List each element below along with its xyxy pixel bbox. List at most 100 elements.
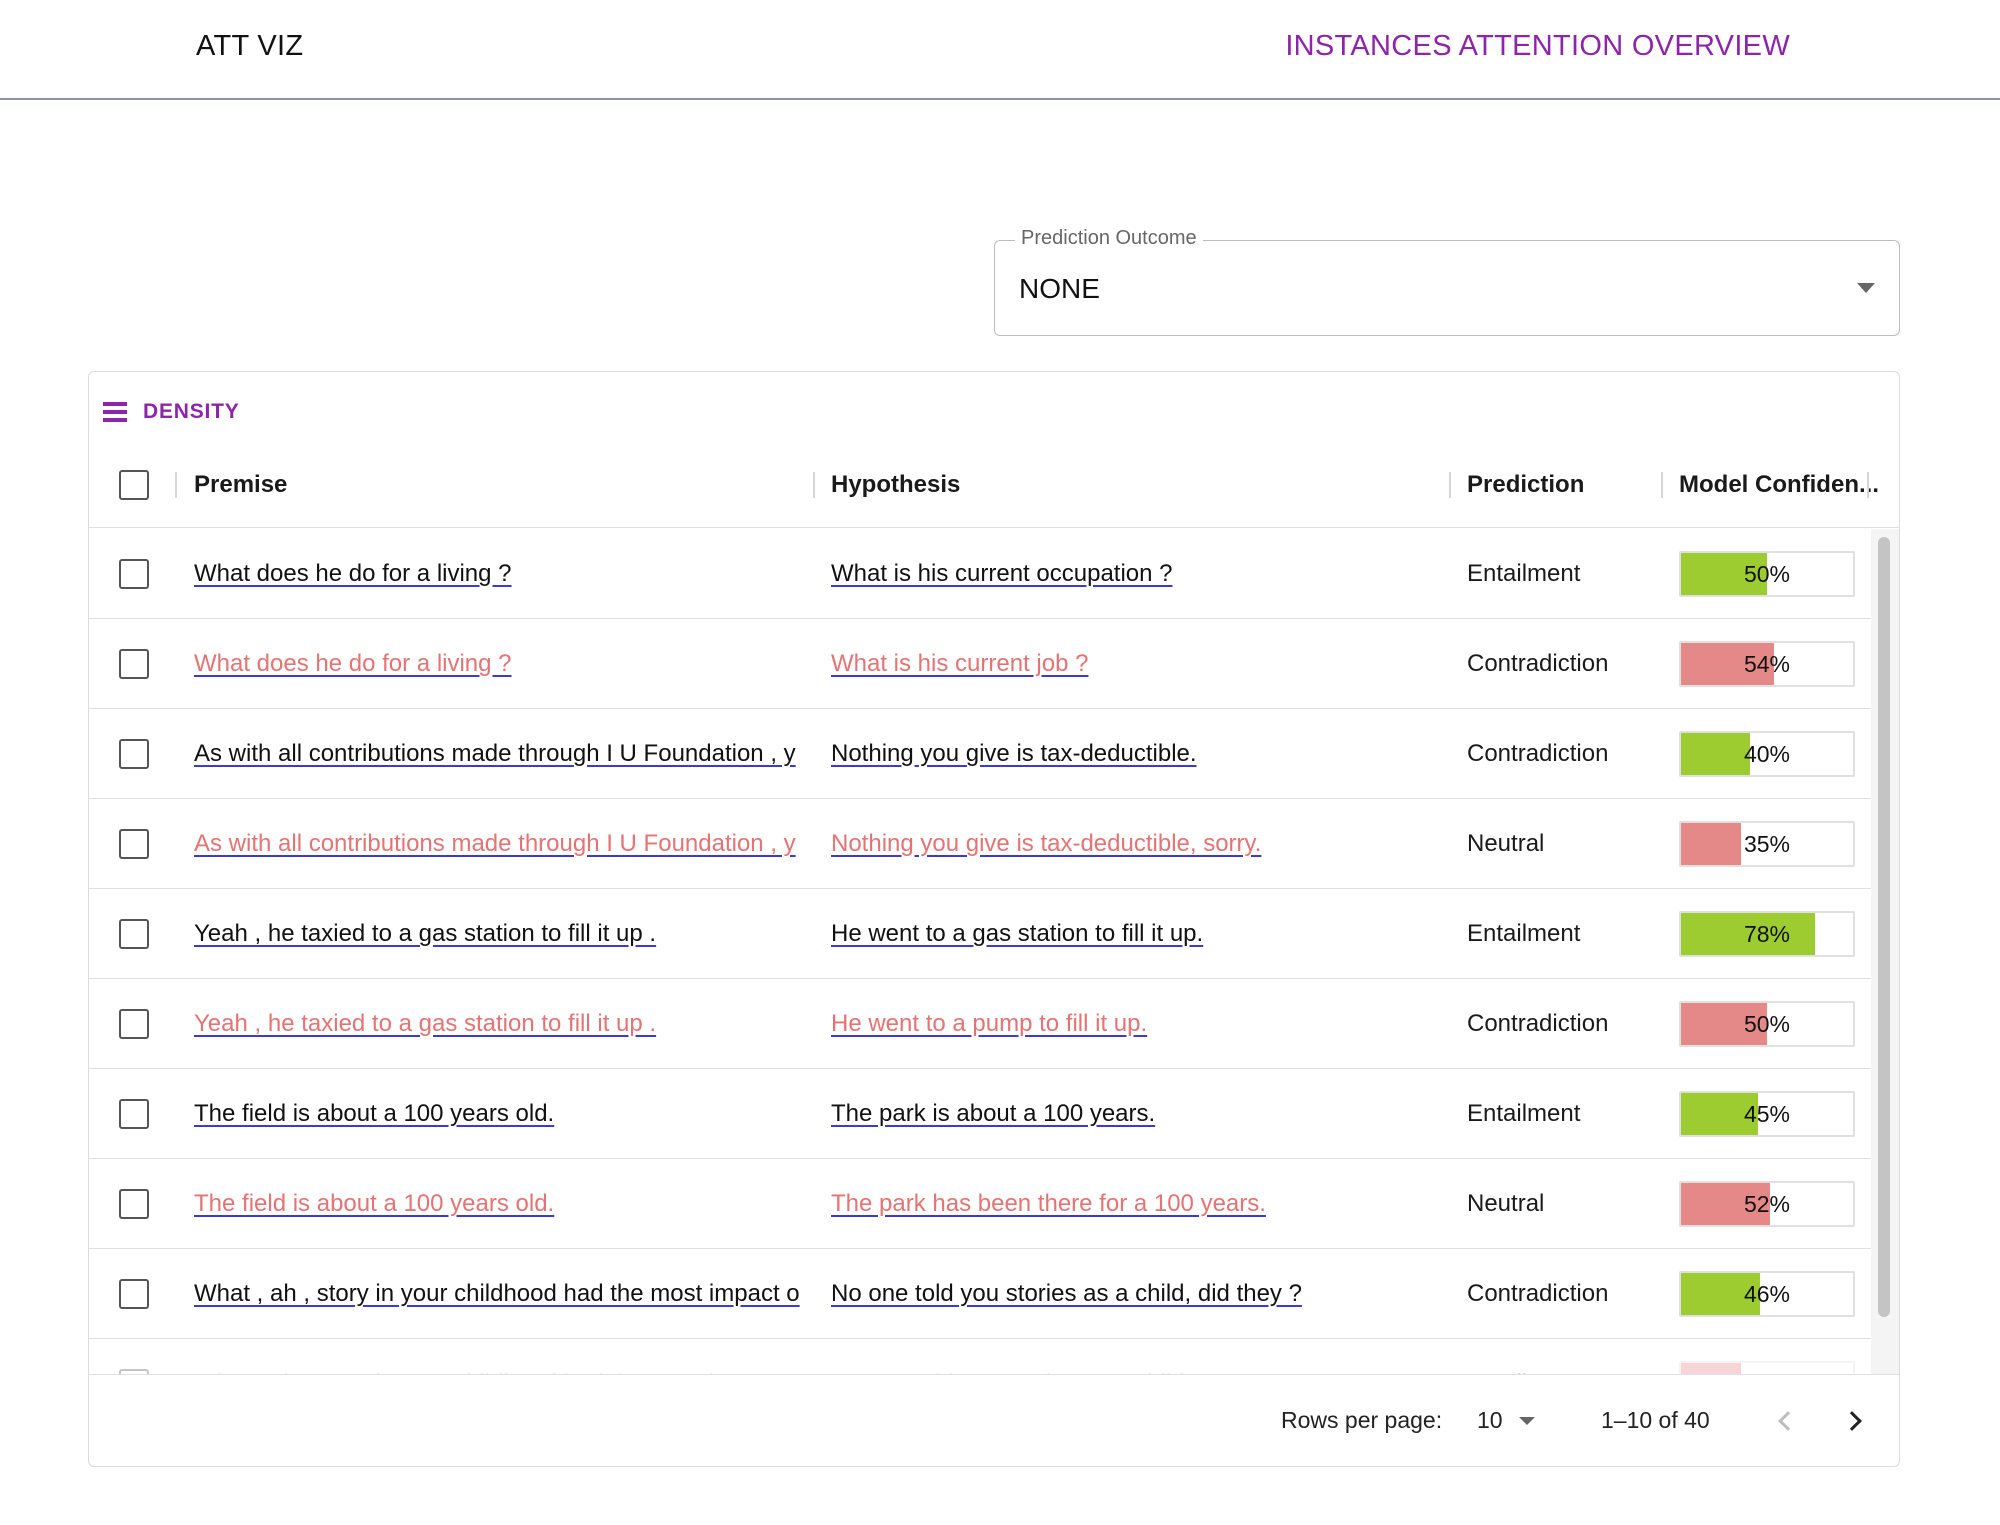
prediction-cell: Entailment	[1467, 560, 1581, 587]
premise-link[interactable]: As with all contributions made through I…	[194, 740, 796, 768]
previous-page-button[interactable]	[1761, 1397, 1809, 1445]
hypothesis-link[interactable]: Nothing you give is tax-deductible.	[831, 740, 1197, 768]
chevron-right-icon	[1842, 1411, 1862, 1431]
table-row[interactable]: Yeah , he taxied to a gas station to fil…	[89, 889, 1871, 979]
confidence-value: 46%	[1743, 1280, 1791, 1307]
table-row[interactable]: As with all contributions made through I…	[89, 709, 1871, 799]
confidence-value: 35%	[1681, 1363, 1853, 1375]
premise-link[interactable]: What , ah , story in your childhood had …	[194, 1280, 800, 1308]
premise-cell: Yeah , he taxied to a gas station to fil…	[194, 979, 802, 1069]
column-separator[interactable]	[1867, 472, 1869, 498]
confidence-bar: 50%	[1679, 551, 1855, 597]
column-header-premise[interactable]: Premise	[194, 442, 287, 528]
density-icon	[103, 402, 127, 422]
row-checkbox[interactable]	[119, 829, 149, 859]
table-row[interactable]: The field is about a 100 years old. The p…	[89, 1159, 1871, 1249]
premise-link[interactable]: What does he do for a living ?	[194, 560, 512, 588]
scrollbar-thumb[interactable]	[1878, 537, 1890, 1317]
premise-link[interactable]: The field is about a 100 years old.	[194, 1100, 554, 1128]
instances-data-grid: DENSITY Premise Hypothesis Prediction Mo…	[88, 371, 1900, 1467]
hypothesis-link[interactable]: What is his current job ?	[831, 650, 1088, 678]
premise-cell: As with all contributions made through I…	[194, 799, 802, 889]
prediction-cell: Entailment	[1467, 1339, 1657, 1374]
confidence-value: 50%	[1743, 1010, 1791, 1037]
next-page-button[interactable]	[1831, 1397, 1879, 1445]
page-range: 1–10 of 40	[1601, 1407, 1710, 1433]
column-separator[interactable]	[1661, 472, 1663, 498]
chevron-left-icon	[1778, 1411, 1798, 1431]
table-row[interactable]: Yeah , he taxied to a gas station to fil…	[89, 979, 1871, 1069]
confidence-bar: 40%	[1679, 731, 1855, 777]
rows-per-page-label: Rows per page:	[1281, 1407, 1443, 1433]
table-row[interactable]: What , ah , story in your childhood had …	[89, 1339, 1871, 1374]
hypothesis-cell: The park has been there for a 100 years.	[831, 1159, 1431, 1249]
column-separator[interactable]	[175, 472, 177, 498]
row-checkbox[interactable]	[119, 1279, 149, 1309]
column-header-prediction[interactable]: Prediction	[1467, 442, 1584, 528]
app-brand[interactable]: ATT VIZ	[196, 30, 303, 63]
row-checkbox[interactable]	[119, 1009, 149, 1039]
vertical-scrollbar[interactable]	[1871, 529, 1899, 1374]
prediction-cell: Entailment	[1467, 1100, 1581, 1127]
premise-link[interactable]: Yeah , he taxied to a gas station to fil…	[194, 920, 656, 948]
prediction-cell: Contradiction	[1467, 1280, 1609, 1307]
premise-link[interactable]: What does he do for a living ?	[194, 650, 512, 678]
density-label: DENSITY	[143, 400, 240, 423]
premise-cell: What , ah , story in your childhood had …	[194, 1339, 802, 1374]
hypothesis-cell: The park is about a 100 years.	[831, 1069, 1431, 1159]
row-checkbox[interactable]	[119, 559, 149, 589]
hypothesis-link[interactable]: What is his current occupation ?	[831, 560, 1173, 588]
confidence-value: 40%	[1743, 740, 1791, 767]
grid-footer: Rows per page: 10 1–10 of 40	[89, 1374, 1899, 1466]
confidence-bar: 46%	[1679, 1271, 1855, 1317]
prediction-cell: Contradiction	[1467, 1010, 1609, 1037]
prediction-cell: Neutral	[1467, 830, 1545, 857]
nav-link-instances-attention-overview[interactable]: INSTANCES ATTENTION OVERVIEW	[1285, 30, 1790, 63]
premise-cell: As with all contributions made through I…	[194, 709, 802, 799]
confidence-value: 78%	[1743, 920, 1791, 947]
row-checkbox[interactable]	[119, 1099, 149, 1129]
confidence-bar: 35%	[1679, 821, 1855, 867]
prediction-outcome-select[interactable]: Prediction Outcome NONE	[994, 227, 1900, 336]
column-separator[interactable]	[1449, 472, 1451, 498]
hypothesis-link[interactable]: He went to a pump to fill it up.	[831, 1010, 1147, 1038]
confidence-bar: 45%	[1679, 1091, 1855, 1137]
confidence-value: 52%	[1743, 1190, 1791, 1217]
premise-link[interactable]: The field is about a 100 years old.	[194, 1190, 554, 1218]
hypothesis-link[interactable]: He went to a gas station to fill it up.	[831, 920, 1203, 948]
hypothesis-cell: No one told you stories as a child ?	[831, 1339, 1431, 1374]
table-row[interactable]: What does he do for a living ? What is hi…	[89, 529, 1871, 619]
column-header-hypothesis[interactable]: Hypothesis	[831, 442, 960, 528]
premise-cell: The field is about a 100 years old.	[194, 1069, 802, 1159]
premise-link[interactable]: As with all contributions made through I…	[194, 830, 796, 858]
column-header-model-confidence[interactable]: Model Confiden...	[1679, 442, 1879, 528]
table-row[interactable]: The field is about a 100 years old. The p…	[89, 1069, 1871, 1159]
row-checkbox[interactable]	[119, 739, 149, 769]
premise-link[interactable]: Yeah , he taxied to a gas station to fil…	[194, 1010, 656, 1038]
hypothesis-link[interactable]: Nothing you give is tax-deductible, sorr…	[831, 830, 1261, 858]
hypothesis-link[interactable]: The park has been there for a 100 years.	[831, 1190, 1266, 1218]
hypothesis-link[interactable]: No one told you stories as a child, did …	[831, 1280, 1302, 1308]
prediction-cell: Contradiction	[1467, 650, 1609, 677]
prediction-cell: Entailment	[1467, 920, 1581, 947]
premise-cell: The field is about a 100 years old.	[194, 1159, 802, 1249]
table-row[interactable]: As with all contributions made through I…	[89, 799, 1871, 889]
hypothesis-cell: What is his current occupation ?	[831, 529, 1431, 619]
row-checkbox[interactable]	[119, 649, 149, 679]
density-button[interactable]: DENSITY	[103, 392, 240, 432]
hypothesis-cell: He went to a gas station to fill it up.	[831, 889, 1431, 979]
rows-per-page-select[interactable]: 10	[1477, 1403, 1547, 1439]
hypothesis-link[interactable]: The park is about a 100 years.	[831, 1100, 1155, 1128]
select-all-checkbox[interactable]	[119, 470, 149, 500]
table-row[interactable]: What does he do for a living ? What is hi…	[89, 619, 1871, 709]
confidence-bar: 52%	[1679, 1181, 1855, 1227]
table-row[interactable]: What , ah , story in your childhood had …	[89, 1249, 1871, 1339]
hypothesis-cell: He went to a pump to fill it up.	[831, 979, 1431, 1069]
row-checkbox[interactable]	[119, 1189, 149, 1219]
confidence-value: 45%	[1743, 1100, 1791, 1127]
column-separator[interactable]	[813, 472, 815, 498]
confidence-value: 35%	[1743, 830, 1791, 857]
row-checkbox[interactable]	[119, 919, 149, 949]
hypothesis-cell: No one told you stories as a child, did …	[831, 1249, 1431, 1339]
hypothesis-cell: Nothing you give is tax-deductible, sorr…	[831, 799, 1431, 889]
